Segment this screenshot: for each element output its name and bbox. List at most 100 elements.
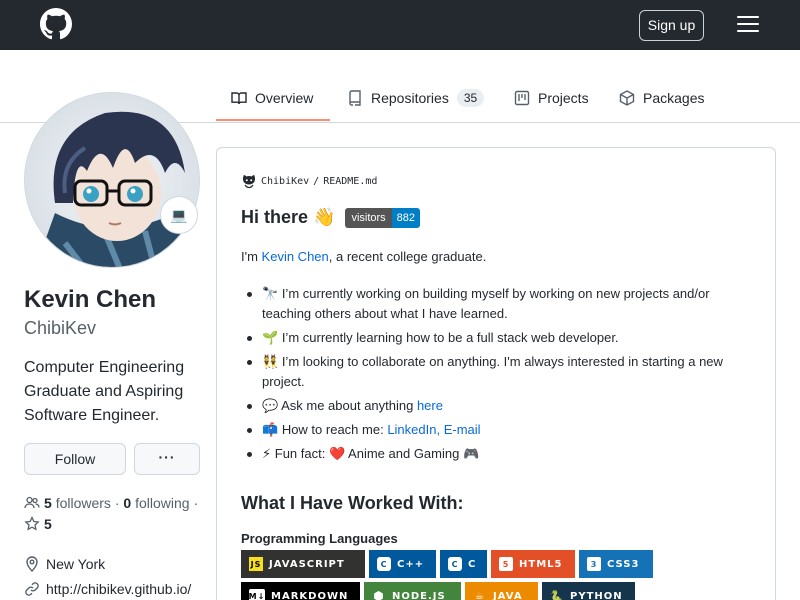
- visitors-badge-count: 882: [391, 207, 421, 228]
- worked-with-heading: What I Have Worked With:: [241, 493, 464, 513]
- list-item: ⚡ Fun fact: ❤️ Anime and Gaming 🎮: [241, 444, 751, 464]
- repo-icon: [349, 90, 361, 106]
- followers-label: followers: [55, 495, 111, 511]
- badge-label: HTML5: [519, 558, 563, 570]
- badge-label: JAVASCRIPT: [269, 558, 345, 570]
- intro-text-start: I'm: [241, 249, 262, 264]
- tab-repositories[interactable]: Repositories 35: [347, 86, 485, 110]
- c-badge: CC: [440, 550, 487, 578]
- active-tab-indicator: [216, 119, 330, 121]
- profile-username: ChibiKev: [24, 318, 97, 338]
- list-item: 👯 I’m looking to collaborate on anything…: [241, 352, 751, 392]
- cpp-badge: C C++: [369, 550, 436, 578]
- intro-name-link[interactable]: Kevin Chen: [262, 249, 329, 264]
- status-emoji-badge[interactable]: 💻: [160, 196, 198, 234]
- css3-icon: 3: [587, 557, 601, 571]
- separator-dot: ·: [114, 495, 120, 511]
- email-link[interactable]: E-mail: [444, 422, 481, 437]
- python-icon: 🐍: [550, 590, 564, 600]
- location-item: New York: [24, 556, 105, 572]
- tab-overview-label: Overview: [255, 90, 314, 106]
- telescope-icon: 🔭: [262, 286, 279, 301]
- javascript-badge: JS JAVASCRIPT: [241, 550, 365, 578]
- bullet-text: I’m looking to collaborate on anything. …: [262, 354, 723, 389]
- package-icon: [619, 90, 635, 106]
- badge-label: PYTHON: [570, 590, 623, 600]
- ask-me-here-link[interactable]: here: [417, 398, 443, 413]
- header: Sign up: [0, 0, 800, 50]
- readme-path-separator: /: [313, 175, 320, 187]
- readme-greeting-heading: Hi there 👋 visitors 882: [241, 207, 421, 228]
- link-icon: [25, 582, 39, 596]
- bullet-text: Ask me about anything: [281, 398, 417, 413]
- following-label: following: [135, 495, 190, 511]
- location-text: New York: [46, 556, 106, 572]
- badge-label: NODE.JS: [392, 590, 446, 600]
- followers-link[interactable]: 5 followers: [44, 495, 111, 511]
- following-link[interactable]: 0 following: [123, 495, 189, 511]
- javascript-icon: JS: [249, 557, 263, 571]
- seedling-icon: 🌱: [262, 330, 279, 345]
- profile-full-name: Kevin Chen: [24, 286, 157, 313]
- more-options-button[interactable]: ···: [134, 443, 200, 475]
- profile-bio: Computer Engineering Graduate and Aspiri…: [24, 359, 185, 424]
- avatar[interactable]: [24, 92, 200, 268]
- tab-repositories-label: Repositories: [371, 90, 449, 106]
- star-icon: [24, 516, 40, 531]
- badge-label: CSS3: [607, 558, 640, 570]
- badge-label: JAVA: [493, 590, 523, 600]
- repositories-count-badge: 35: [456, 89, 485, 107]
- cpp-icon: C: [377, 557, 391, 571]
- list-item: 🔭 I’m currently working on building myse…: [241, 284, 751, 324]
- tab-projects[interactable]: Projects: [514, 86, 589, 110]
- stars-count[interactable]: 5: [44, 516, 52, 532]
- linkedin-link[interactable]: LinkedIn: [387, 422, 436, 437]
- book-icon: [231, 92, 247, 105]
- c-icon: C: [448, 557, 462, 571]
- markdown-badge: M↓ MARKDOWN: [241, 582, 360, 600]
- programming-languages-heading: Programming Languages: [241, 531, 398, 546]
- tab-packages[interactable]: Packages: [619, 86, 704, 110]
- tab-overview[interactable]: Overview: [231, 86, 313, 110]
- followers-summary: 5 followers · 0 following · 5: [24, 493, 214, 535]
- bullet-text: How to reach me:: [281, 422, 388, 437]
- heart-icon: ❤️: [328, 446, 346, 461]
- bullet-text: I’m currently working on building myself…: [262, 286, 710, 321]
- readme-path: ChibiKev / README.md: [241, 173, 377, 189]
- bullet-text: Fun fact:: [274, 446, 329, 461]
- people-dancing-icon: 👯: [262, 354, 279, 369]
- game-controller-icon: 🎮: [462, 446, 480, 461]
- tab-projects-label: Projects: [538, 90, 589, 106]
- separator-dot: ·: [193, 495, 199, 511]
- python-badge: 🐍 PYTHON: [542, 582, 635, 600]
- nodejs-icon: ⬢: [373, 589, 385, 600]
- hamburger-menu-icon[interactable]: [737, 16, 759, 34]
- visitors-badge: visitors 882: [345, 207, 421, 228]
- website-item: http://chibikev.github.io/: [24, 581, 191, 597]
- list-item: 📫 How to reach me: LinkedIn, E-mail: [241, 420, 751, 440]
- readme-file-link[interactable]: README.md: [323, 176, 377, 187]
- website-link[interactable]: http://chibikev.github.io/: [46, 581, 191, 597]
- html5-icon: 5: [499, 557, 513, 571]
- intro-text-end: , a recent college graduate.: [328, 249, 487, 264]
- github-logo-icon[interactable]: [40, 8, 72, 40]
- markdown-icon: M↓: [249, 589, 265, 600]
- lightning-icon: ⚡: [262, 446, 272, 461]
- nodejs-badge: ⬢ NODE.JS: [364, 582, 461, 600]
- people-icon: [24, 496, 40, 509]
- readme-bullet-list: 🔭 I’m currently working on building myse…: [241, 284, 751, 468]
- readme-intro: I'm Kevin Chen, a recent college graduat…: [241, 249, 486, 264]
- badge-label: C++: [397, 558, 425, 570]
- greeting-text: Hi there 👋: [241, 207, 336, 227]
- bullet-text: I’m currently learning how to be a full …: [281, 330, 619, 345]
- sign-up-button[interactable]: Sign up: [639, 10, 704, 41]
- profile-readme-card: ChibiKev / README.md Hi there 👋 visitors…: [216, 147, 776, 600]
- visitors-badge-label: visitors: [345, 207, 392, 228]
- project-board-icon: [514, 90, 530, 106]
- speech-bubble-icon: 💬: [262, 398, 279, 413]
- readme-owner-link[interactable]: ChibiKev: [261, 176, 309, 187]
- following-count: 0: [123, 495, 132, 511]
- follow-button[interactable]: Follow: [24, 443, 126, 475]
- location-pin-icon: [26, 556, 38, 572]
- link-separator: ,: [436, 422, 444, 437]
